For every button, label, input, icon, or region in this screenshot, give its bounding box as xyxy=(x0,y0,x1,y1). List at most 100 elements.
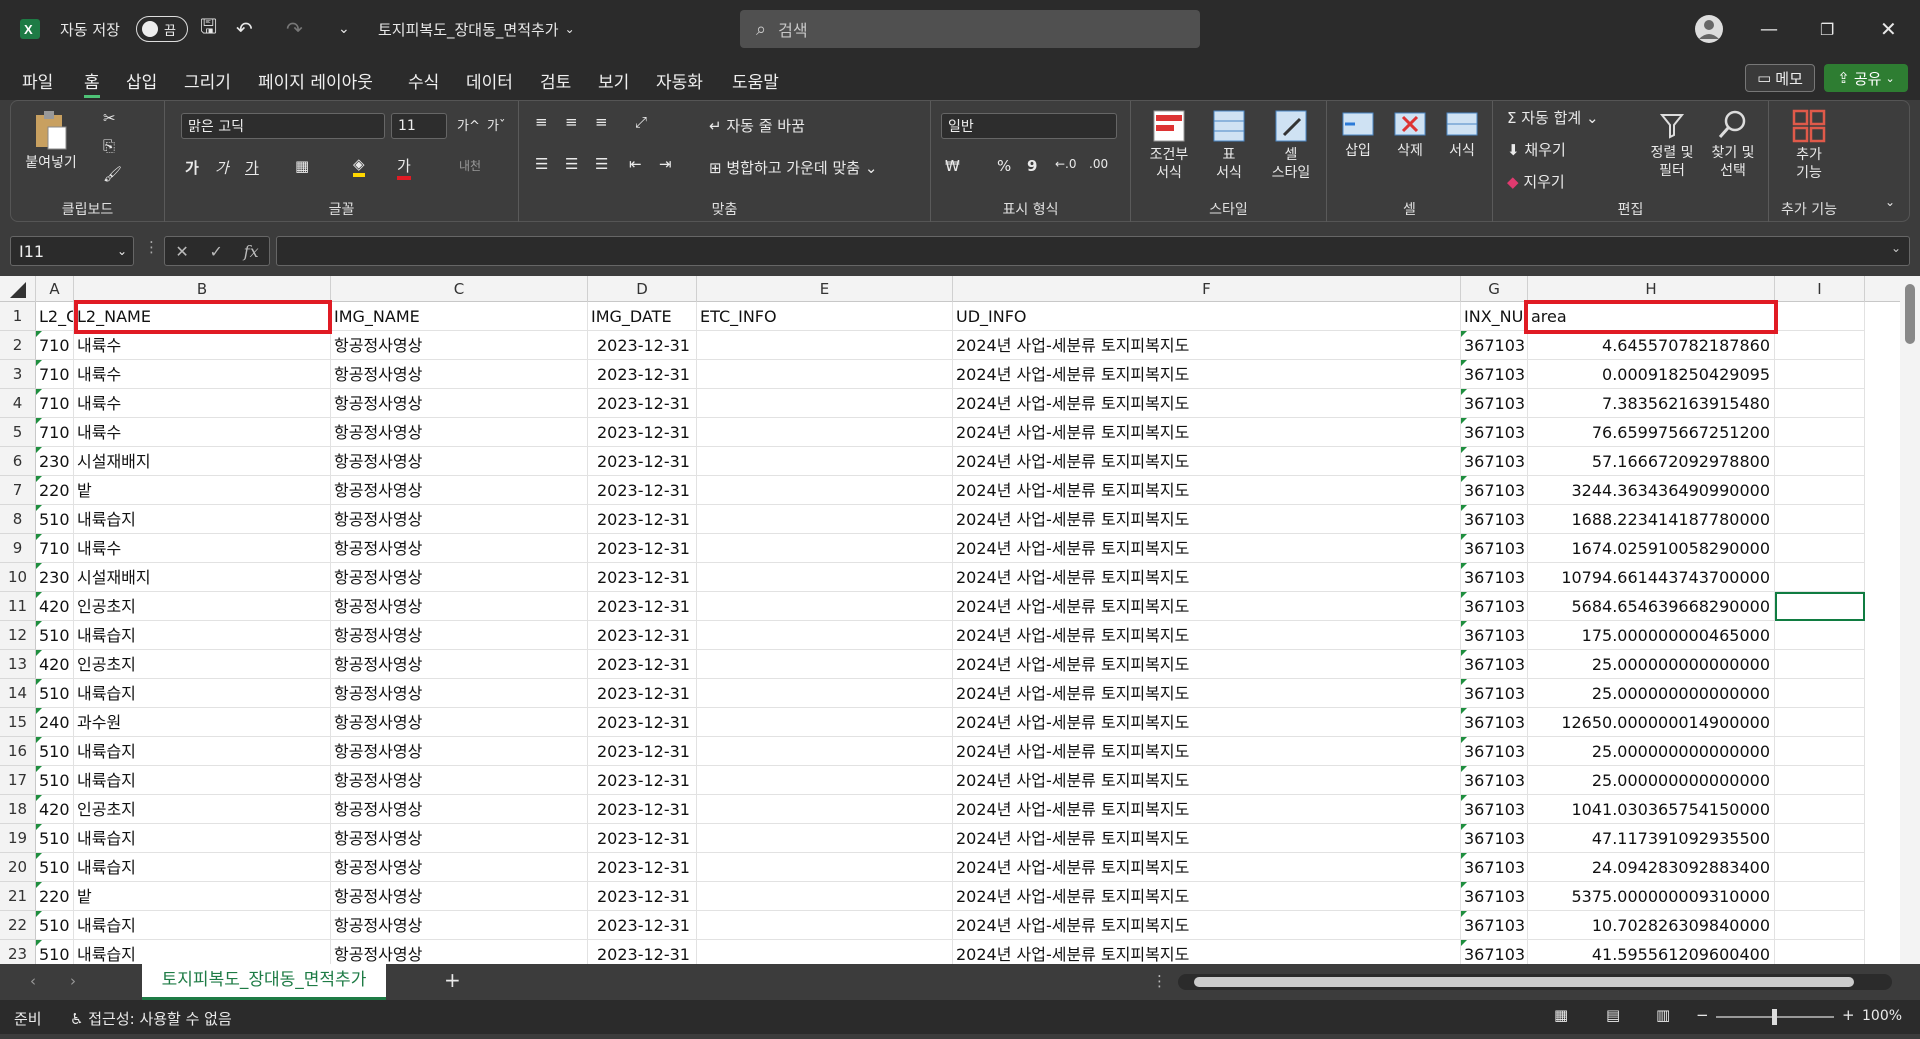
cell-e4[interactable] xyxy=(697,389,953,418)
cell-e18[interactable] xyxy=(697,795,953,824)
cell-e19[interactable] xyxy=(697,824,953,853)
zoom-level[interactable]: 100% xyxy=(1862,1008,1902,1024)
cell-f7[interactable]: 2024년 사업-세분류 토지피복지도 xyxy=(953,476,1461,505)
cell-i19[interactable] xyxy=(1775,824,1865,853)
row-header[interactable]: 6 xyxy=(0,447,36,476)
row-header[interactable]: 14 xyxy=(0,679,36,708)
cell-d19[interactable]: 2023-12-31 xyxy=(588,824,697,853)
cell-d14[interactable]: 2023-12-31 xyxy=(588,679,697,708)
expand-formula-icon[interactable]: ⌄ xyxy=(1891,241,1901,255)
cell-a5[interactable]: 710 xyxy=(36,418,74,447)
cell-c8[interactable]: 항공정사영상 xyxy=(331,505,588,534)
cell-f23[interactable]: 2024년 사업-세분류 토지피복지도 xyxy=(953,940,1461,964)
cell-a7[interactable]: 220 xyxy=(36,476,74,505)
cell-g18[interactable]: 367103 xyxy=(1461,795,1528,824)
cell-d16[interactable]: 2023-12-31 xyxy=(588,737,697,766)
cell-e20[interactable] xyxy=(697,853,953,882)
cell-e17[interactable] xyxy=(697,766,953,795)
paste-button[interactable]: 붙여넣기 xyxy=(21,109,81,172)
align-bottom-icon[interactable]: ≡ xyxy=(595,113,608,131)
cell-g5[interactable]: 367103 xyxy=(1461,418,1528,447)
cell-i21[interactable] xyxy=(1775,882,1865,911)
cell-b4[interactable]: 내륙수 xyxy=(74,389,331,418)
cell-h14[interactable]: 25.000000000000000 xyxy=(1528,679,1775,708)
cell-h2[interactable]: 4.645570782187860 xyxy=(1528,331,1775,360)
italic-button[interactable]: 가 xyxy=(215,157,229,178)
cell-a11[interactable]: 420 xyxy=(36,592,74,621)
cell-h4[interactable]: 7.383562163915480 xyxy=(1528,389,1775,418)
row-header[interactable]: 19 xyxy=(0,824,36,853)
cell-c12[interactable]: 항공정사영상 xyxy=(331,621,588,650)
cell-c7[interactable]: 항공정사영상 xyxy=(331,476,588,505)
cell-h5[interactable]: 76.659975667251200 xyxy=(1528,418,1775,447)
menu-data[interactable]: 데이터 xyxy=(466,68,513,93)
accessibility-status[interactable]: ♿ 접근성: 사용할 수 없음 xyxy=(70,1008,232,1029)
cell-g17[interactable]: 367103 xyxy=(1461,766,1528,795)
cell-i20[interactable] xyxy=(1775,853,1865,882)
increase-decimal-icon[interactable]: ←.0 xyxy=(1055,157,1077,171)
cell-c15[interactable]: 항공정사영상 xyxy=(331,708,588,737)
cell-h10[interactable]: 10794.661443743700000 xyxy=(1528,563,1775,592)
row-header[interactable]: 7 xyxy=(0,476,36,505)
file-title[interactable]: 토지피복도_장대동_면적추가 ⌄ xyxy=(378,0,575,58)
row-header[interactable]: 3 xyxy=(0,360,36,389)
account-avatar[interactable] xyxy=(1694,0,1724,58)
cell-h9[interactable]: 1674.025910058290000 xyxy=(1528,534,1775,563)
restore-icon[interactable]: ❐ xyxy=(1820,0,1834,58)
cell-e11[interactable] xyxy=(697,592,953,621)
cell-c3[interactable]: 항공정사영상 xyxy=(331,360,588,389)
column-header-g[interactable]: G xyxy=(1461,276,1528,302)
cell-g8[interactable]: 367103 xyxy=(1461,505,1528,534)
underline-button[interactable]: 가 xyxy=(245,157,259,178)
cell-g14[interactable]: 367103 xyxy=(1461,679,1528,708)
page-layout-view-icon[interactable]: ▤ xyxy=(1606,1006,1620,1024)
cell-f16[interactable]: 2024년 사업-세분류 토지피복지도 xyxy=(953,737,1461,766)
cell-f20[interactable]: 2024년 사업-세분류 토지피복지도 xyxy=(953,853,1461,882)
row-header[interactable]: 21 xyxy=(0,882,36,911)
font-size-select[interactable]: 11 xyxy=(391,113,447,139)
add-sheet-button[interactable]: + xyxy=(444,968,461,992)
horizontal-scroll-thumb[interactable] xyxy=(1194,977,1854,987)
cell-f14[interactable]: 2024년 사업-세분류 토지피복지도 xyxy=(953,679,1461,708)
horizontal-scrollbar[interactable] xyxy=(1178,974,1892,990)
cell-g6[interactable]: 367103 xyxy=(1461,447,1528,476)
fill-color-icon[interactable]: ◈ xyxy=(353,155,365,177)
cell-a18[interactable]: 420 xyxy=(36,795,74,824)
cell-e6[interactable] xyxy=(697,447,953,476)
cell-a4[interactable]: 710 xyxy=(36,389,74,418)
undo-icon[interactable]: ↶ xyxy=(236,0,253,58)
cell-i15[interactable] xyxy=(1775,708,1865,737)
cell-i1[interactable] xyxy=(1775,302,1865,331)
row-header[interactable]: 15 xyxy=(0,708,36,737)
cell-d5[interactable]: 2023-12-31 xyxy=(588,418,697,447)
cell-d11[interactable]: 2023-12-31 xyxy=(588,592,697,621)
cell-c9[interactable]: 항공정사영상 xyxy=(331,534,588,563)
cell-c5[interactable]: 항공정사영상 xyxy=(331,418,588,447)
font-color-icon[interactable]: 가 xyxy=(397,155,411,180)
cell-i14[interactable] xyxy=(1775,679,1865,708)
row-header[interactable]: 4 xyxy=(0,389,36,418)
cell-h13[interactable]: 25.000000000000000 xyxy=(1528,650,1775,679)
minimize-icon[interactable]: — xyxy=(1760,0,1778,58)
menu-automate[interactable]: 자동화 xyxy=(656,68,703,93)
column-header-d[interactable]: D xyxy=(588,276,697,302)
cell-c2[interactable]: 항공정사영상 xyxy=(331,331,588,360)
cell-h19[interactable]: 47.117391092935500 xyxy=(1528,824,1775,853)
cell-c19[interactable]: 항공정사영상 xyxy=(331,824,588,853)
cell-b2[interactable]: 내륙수 xyxy=(74,331,331,360)
menu-help[interactable]: 도움말 xyxy=(732,68,779,93)
cell-c13[interactable]: 항공정사영상 xyxy=(331,650,588,679)
cell-d10[interactable]: 2023-12-31 xyxy=(588,563,697,592)
cell-a6[interactable]: 230 xyxy=(36,447,74,476)
cell-g15[interactable]: 367103 xyxy=(1461,708,1528,737)
cell-f13[interactable]: 2024년 사업-세분류 토지피복지도 xyxy=(953,650,1461,679)
cell-a20[interactable]: 510 xyxy=(36,853,74,882)
cell-a1[interactable]: L2_CODE xyxy=(36,302,74,331)
cell-f8[interactable]: 2024년 사업-세분류 토지피복지도 xyxy=(953,505,1461,534)
cell-f1[interactable]: UD_INFO xyxy=(953,302,1461,331)
close-icon[interactable]: ✕ xyxy=(1880,0,1897,58)
cell-f10[interactable]: 2024년 사업-세분류 토지피복지도 xyxy=(953,563,1461,592)
cell-e23[interactable] xyxy=(697,940,953,964)
cell-b3[interactable]: 내륙수 xyxy=(74,360,331,389)
cell-i13[interactable] xyxy=(1775,650,1865,679)
